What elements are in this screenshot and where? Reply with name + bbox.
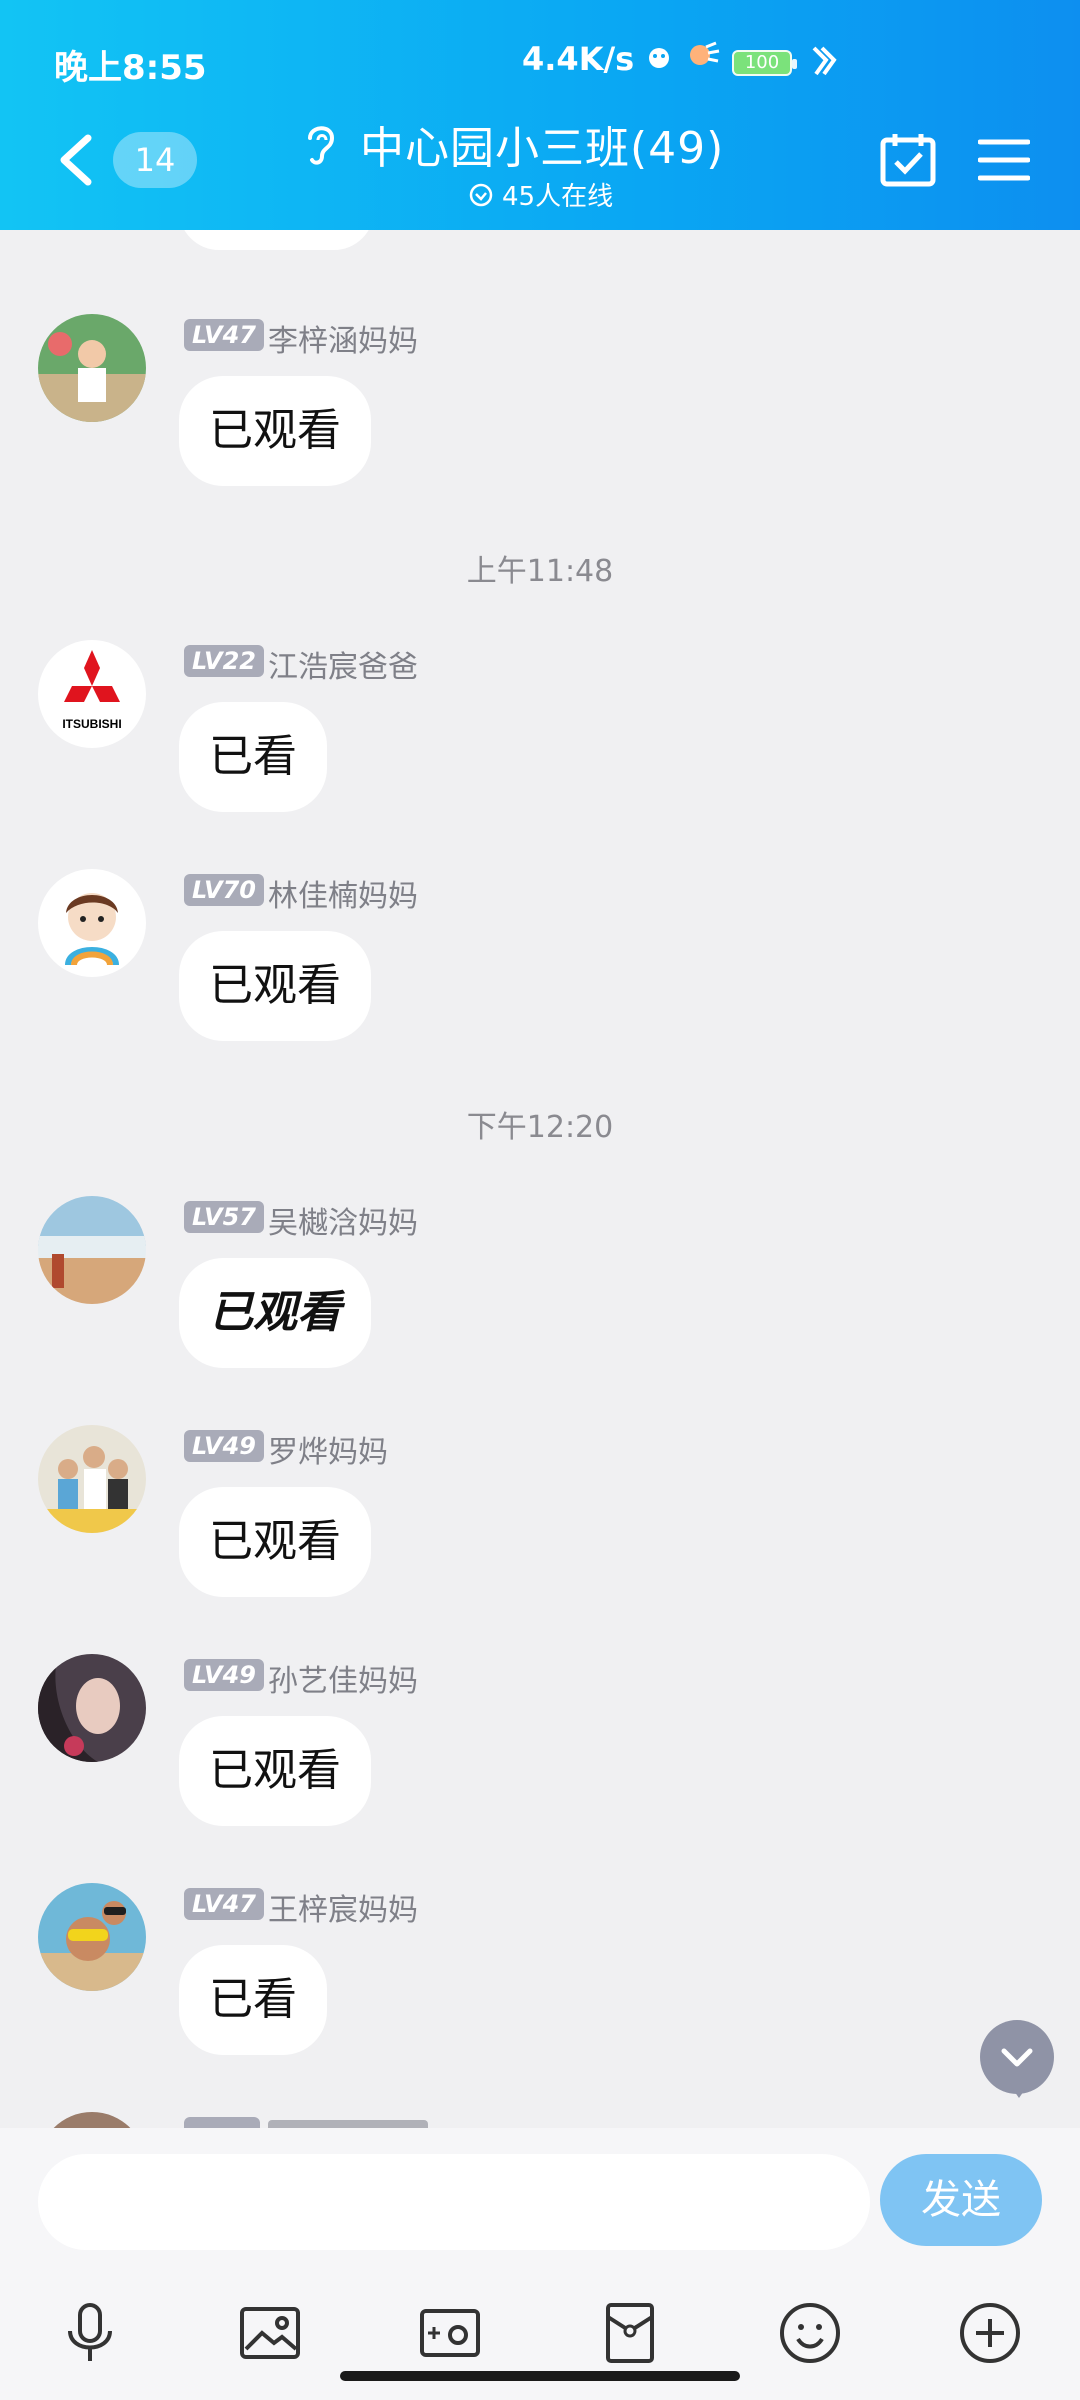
weather-icon [686,38,722,72]
red-packet-button[interactable] [595,2298,665,2368]
signal-hd-icon [638,38,674,72]
emoji-button[interactable] [775,2298,845,2368]
sender-name[interactable]: 孙艺佳妈妈 [268,1656,418,1700]
level-badge: LV70 [184,874,264,906]
chat-title[interactable]: 中心园小三班(49) [360,112,724,176]
status-icons [638,38,722,72]
sender-name-partial [268,2120,428,2128]
message-bubble[interactable]: 已看 [179,702,327,812]
menu-button[interactable] [977,138,1031,182]
message-bubble[interactable]: 已看 [179,1945,327,2055]
avatar[interactable] [38,1425,146,1533]
avatar-logo-text: ITSUBISHI [62,717,121,731]
message-input[interactable] [38,2154,870,2250]
check-circle-icon [469,183,493,206]
sender-name[interactable]: 林佳楠妈妈 [268,871,418,915]
charging-icon [808,44,838,82]
level-badge-partial [184,2117,260,2128]
status-time: 晚上8:55 [54,48,207,88]
microphone-icon [68,2303,112,2361]
avatar[interactable] [38,869,146,977]
image-button[interactable] [235,2298,305,2368]
message-bubble[interactable]: 已观看 [179,931,371,1041]
level-badge: LV47 [184,1888,264,1920]
camera-icon [420,2309,480,2357]
calendar-check-icon [880,134,936,187]
red-packet-icon [606,2303,654,2363]
home-indicator[interactable] [340,2371,740,2381]
avatar[interactable] [38,2112,146,2128]
level-badge: LV47 [184,319,264,351]
plus-circle-icon [960,2303,1020,2363]
emoji-icon [780,2303,840,2363]
time-divider: 下午12:20 [466,1110,614,1145]
avatar[interactable] [38,314,146,422]
sender-name[interactable]: 江浩宸爸爸 [268,642,418,686]
online-status[interactable]: 45人在线 [468,176,613,213]
message-item: LV49 孙艺佳妈妈 已观看 [0,1654,1080,1844]
message-bubble-partial [179,230,374,250]
level-badge: LV49 [184,1659,264,1691]
avatar[interactable] [38,1654,146,1762]
scroll-to-bottom-button[interactable] [980,2020,1054,2098]
message-item-partial [0,2112,1080,2128]
message-list[interactable]: LV47 李梓涵妈妈 已观看 上午11:48 ITSUBISHI LV22 江浩… [0,230,1080,2128]
avatar[interactable] [38,1883,146,1991]
avatar[interactable] [38,1196,146,1304]
menu-icon [977,139,1031,181]
message-bubble[interactable]: 已观看 [179,1716,371,1826]
message-item: LV57 吴樾浛妈妈 已观看 [0,1196,1080,1386]
level-badge: LV49 [184,1430,264,1462]
input-bar: 发送 [0,2128,1080,2400]
sender-name[interactable]: 王梓宸妈妈 [268,1885,418,1929]
unread-count-badge[interactable]: 14 [113,132,197,188]
send-button[interactable]: 发送 [880,2154,1042,2246]
message-item: LV70 林佳楠妈妈 已观看 [0,869,1080,1059]
voice-button[interactable] [55,2298,125,2368]
level-badge: LV57 [184,1201,264,1233]
image-icon [240,2307,300,2359]
sender-name[interactable]: 罗烨妈妈 [268,1427,388,1471]
message-bubble[interactable]: 已观看 [179,376,371,486]
camera-button[interactable] [415,2298,485,2368]
network-speed: 4.4K/s [522,40,635,78]
back-icon [60,134,92,186]
message-item: LV47 李梓涵妈妈 已观看 [0,314,1080,504]
sender-name[interactable]: 李梓涵妈妈 [268,316,418,360]
online-count: 45人在线 [502,182,614,212]
avatar[interactable]: ITSUBISHI [38,640,146,748]
more-button[interactable] [955,2298,1025,2368]
message-bubble[interactable]: 已观看 [179,1487,371,1597]
level-badge: LV22 [184,645,264,677]
battery-icon: 100 [732,50,797,76]
chevron-down-icon [1001,2048,1033,2067]
message-item: LV49 罗烨妈妈 已观看 [0,1425,1080,1615]
ear-icon[interactable] [300,120,340,168]
message-item: LV47 王梓宸妈妈 已看 [0,1883,1080,2073]
message-item: ITSUBISHI LV22 江浩宸爸爸 已看 [0,640,1080,830]
back-button[interactable] [52,130,98,190]
time-divider: 上午11:48 [466,554,614,589]
calendar-button[interactable] [878,130,938,190]
sender-name[interactable]: 吴樾浛妈妈 [268,1198,418,1242]
chat-header: 晚上8:55 4.4K/s 100 14 中心园小三班(49) 45人在线 [0,0,1080,230]
message-bubble[interactable]: 已观看 [179,1258,371,1368]
